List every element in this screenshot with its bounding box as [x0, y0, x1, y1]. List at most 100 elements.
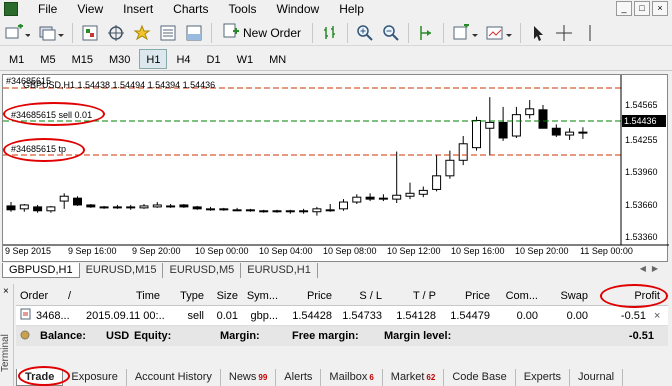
- column-size[interactable]: Size: [208, 290, 242, 302]
- terminal-tabs: Trade Exposure Account History News 99 Al…: [16, 368, 672, 386]
- column-type[interactable]: Type: [164, 290, 208, 302]
- tab-alerts[interactable]: Alerts: [276, 368, 322, 386]
- chart-tab-eurusd-m15[interactable]: EURUSD,M15: [80, 263, 164, 278]
- order-symbol: gbp...: [250, 309, 278, 322]
- column-symbol[interactable]: Sym...: [242, 290, 282, 302]
- time-tick: 9 Sep 20:00: [132, 246, 181, 256]
- tab-account-history[interactable]: Account History: [127, 368, 221, 386]
- tab-trade[interactable]: Trade: [16, 368, 64, 386]
- column-price[interactable]: Price: [282, 290, 336, 302]
- profiles-icon[interactable]: [36, 22, 66, 44]
- column-order[interactable]: Order: [16, 290, 64, 302]
- order-profit: -0.51: [620, 309, 646, 322]
- candle-body: [86, 204, 96, 208]
- balance-label: Balance:: [40, 330, 86, 342]
- price-tick: 1.53360: [625, 232, 658, 242]
- total-profit: -0.51: [628, 330, 654, 342]
- minimize-button[interactable]: _: [616, 1, 632, 16]
- menu-help[interactable]: Help: [329, 0, 374, 18]
- terminal-label: Terminal: [0, 334, 11, 372]
- candle-body: [565, 131, 575, 136]
- mailbox-badge: 6: [369, 372, 374, 382]
- terminal-panel: × Terminal Order / Time Type Size Sym...…: [0, 284, 672, 386]
- candle-body: [139, 205, 149, 209]
- column-current-price[interactable]: Price: [440, 290, 494, 302]
- candle-body: [33, 206, 43, 212]
- market-watch-icon[interactable]: [79, 22, 101, 44]
- column-commission[interactable]: Com...: [494, 290, 542, 302]
- table-header: Order / Time Type Size Sym... Price S / …: [16, 286, 668, 306]
- timeframe-d1[interactable]: D1: [200, 49, 228, 69]
- terminal-close-button[interactable]: ×: [3, 286, 9, 297]
- main-toolbar: New Order: [0, 20, 672, 46]
- tab-code-base[interactable]: Code Base: [444, 368, 516, 386]
- candle-body: [219, 208, 229, 211]
- favorites-icon[interactable]: [131, 22, 153, 44]
- timeframe-m5[interactable]: M5: [33, 49, 62, 69]
- column-stop-loss[interactable]: S / L: [336, 290, 386, 302]
- timeframe-w1[interactable]: W1: [230, 49, 261, 69]
- candlestick-chart: [3, 75, 669, 246]
- close-order-icon[interactable]: ×: [650, 310, 664, 322]
- candle-body: [578, 131, 588, 134]
- column-sort[interactable]: /: [64, 290, 82, 302]
- timeframe-m15[interactable]: M15: [65, 49, 100, 69]
- timeframe-mn[interactable]: MN: [262, 49, 293, 69]
- candle-body: [378, 197, 388, 200]
- restore-button[interactable]: □: [634, 1, 650, 16]
- templates-icon[interactable]: [484, 22, 514, 44]
- data-window-icon[interactable]: [157, 22, 179, 44]
- time-tick: 10 Sep 12:00: [387, 246, 441, 256]
- timeframe-m30[interactable]: M30: [102, 49, 137, 69]
- menu-window[interactable]: Window: [267, 0, 330, 18]
- menu-charts[interactable]: Charts: [163, 0, 218, 18]
- terminal-icon[interactable]: [183, 22, 205, 44]
- time-tick: 9 Sep 16:00: [68, 246, 117, 256]
- tab-market[interactable]: Market 62: [383, 368, 445, 386]
- chart-tab-eurusd-m5[interactable]: EURUSD,M5: [163, 263, 242, 278]
- candle-body: [272, 210, 282, 213]
- menu-tools[interactable]: Tools: [219, 0, 267, 18]
- crosshair-icon[interactable]: [553, 22, 575, 44]
- new-order-button[interactable]: New Order: [218, 22, 306, 44]
- trade-table: Order / Time Type Size Sym... Price S / …: [16, 286, 668, 346]
- order-take-profit: 1.54128: [396, 309, 436, 322]
- tab-mailbox[interactable]: Mailbox 6: [321, 368, 383, 386]
- column-swap[interactable]: Swap: [542, 290, 592, 302]
- candle-body: [232, 209, 242, 212]
- indicators-icon[interactable]: [450, 22, 480, 44]
- column-time[interactable]: Time: [82, 290, 164, 302]
- column-profit[interactable]: Profit: [592, 290, 664, 302]
- timeframe-h1[interactable]: H1: [139, 48, 168, 69]
- close-button[interactable]: ×: [652, 1, 668, 16]
- column-take-profit[interactable]: T / P: [386, 290, 440, 302]
- candle-body: [99, 206, 109, 209]
- new-chart-icon[interactable]: [2, 22, 32, 44]
- zoom-out-icon[interactable]: [380, 22, 402, 44]
- cursor-icon[interactable]: [527, 22, 549, 44]
- order-swap: 0.00: [566, 309, 588, 322]
- chart-tab-eurusd-h1[interactable]: EURUSD,H1: [241, 263, 318, 278]
- candle-body: [152, 204, 162, 208]
- table-row[interactable]: 3468... 2015.09.11 00:... sell 0.01 gbp.…: [16, 306, 668, 326]
- navigator-icon[interactable]: [105, 22, 127, 44]
- vertical-line-icon[interactable]: [579, 22, 601, 44]
- menu-insert[interactable]: Insert: [113, 0, 163, 18]
- tab-scroll-arrows[interactable]: ◀▶: [640, 264, 664, 273]
- chart-shift-icon[interactable]: [415, 22, 437, 44]
- price-chart[interactable]: #34685615 GBPUSD,H1 1.54438 1.54494 1.54…: [2, 74, 669, 262]
- menu-file[interactable]: File: [28, 0, 67, 18]
- candle-body: [299, 210, 309, 213]
- candle-body: [352, 196, 362, 203]
- zoom-in-icon[interactable]: [354, 22, 376, 44]
- chart-tab-gbpusd-h1[interactable]: GBPUSD,H1: [2, 263, 80, 278]
- tab-experts[interactable]: Experts: [516, 368, 571, 386]
- candle-body: [325, 209, 335, 212]
- menu-view[interactable]: View: [67, 0, 113, 18]
- timeframe-m1[interactable]: M1: [2, 49, 31, 69]
- tab-journal[interactable]: Journal: [570, 368, 624, 386]
- timeframe-h4[interactable]: H4: [169, 49, 197, 69]
- tab-news[interactable]: News 99: [221, 368, 277, 386]
- bar-chart-icon[interactable]: [319, 22, 341, 44]
- tab-exposure[interactable]: Exposure: [63, 368, 127, 386]
